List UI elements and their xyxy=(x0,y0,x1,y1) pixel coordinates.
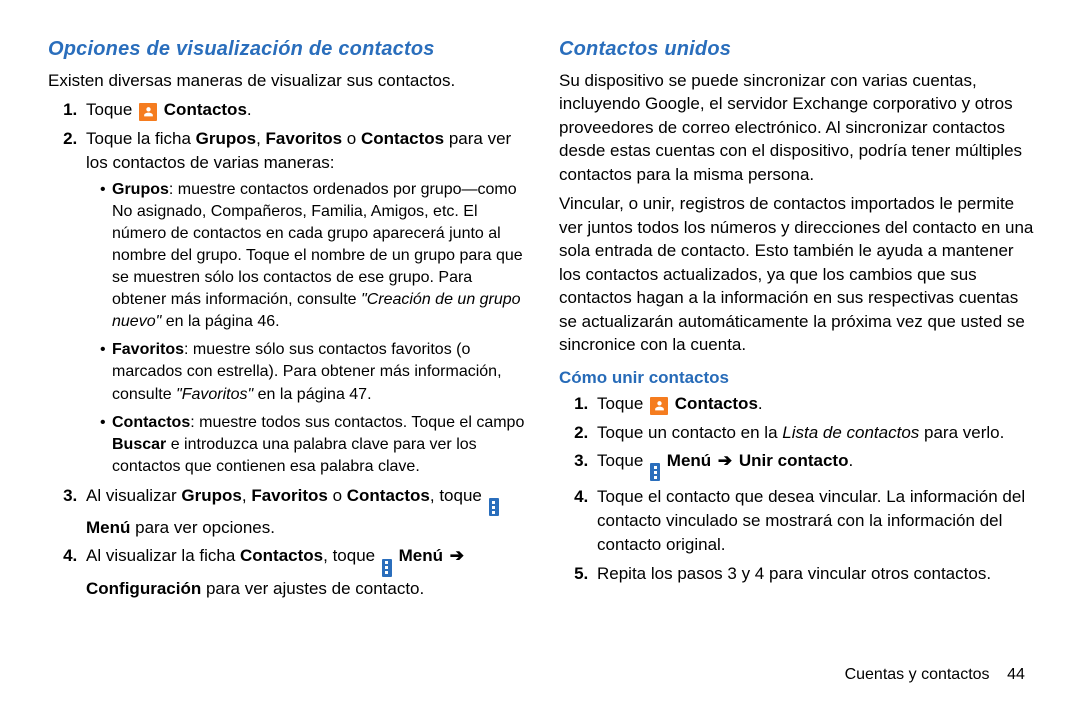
right-column: Contactos unidos Su dispositivo se puede… xyxy=(559,38,1038,648)
rs1b: Contactos xyxy=(675,394,758,413)
rs1po: . xyxy=(758,394,763,413)
s2b1: Grupos xyxy=(196,129,256,148)
intro-text: Existen diversas maneras de visualizar s… xyxy=(48,69,527,92)
rs3c: . xyxy=(848,451,853,470)
rs1p: Toque xyxy=(597,394,648,413)
left-column: Opciones de visualización de contactos E… xyxy=(48,38,527,648)
s3e: , toque xyxy=(430,486,487,505)
s3b2: Favoritos xyxy=(251,486,328,505)
two-column-layout: Opciones de visualización de contactos E… xyxy=(48,38,1038,648)
rs3b2: Unir contacto xyxy=(739,451,849,470)
s4d: para ver ajustes de contacto. xyxy=(201,579,424,598)
bullet-contactos: Contactos: muestre todos sus contactos. … xyxy=(100,412,527,478)
s4a: Al visualizar la ficha xyxy=(86,546,240,565)
steps-list-left: Toque Contactos. Toque la ficha Grupos, … xyxy=(48,98,527,601)
section-heading-display-options: Opciones de visualización de contactos xyxy=(48,38,527,61)
step1-bold: Contactos xyxy=(164,100,247,119)
step-3: Al visualizar Grupos, Favoritos o Contac… xyxy=(82,484,527,541)
arrow-icon: ➔ xyxy=(716,451,734,470)
s3b3: Contactos xyxy=(347,486,430,505)
rs2b: para verlo. xyxy=(919,423,1004,442)
right-p2: Vincular, o unir, registros de contactos… xyxy=(559,192,1038,356)
s3d: o xyxy=(328,486,347,505)
s4b3: Configuración xyxy=(86,579,201,598)
step-2: Toque la ficha Grupos, Favoritos o Conta… xyxy=(82,127,527,478)
footer-section: Cuentas y contactos xyxy=(845,666,990,683)
b1b: Grupos xyxy=(112,181,169,198)
rs3a: Toque xyxy=(597,451,648,470)
s2a: Toque la ficha xyxy=(86,129,196,148)
section-heading-joined-contacts: Contactos unidos xyxy=(559,38,1038,61)
b3b: Contactos xyxy=(112,414,190,431)
s4b1: Contactos xyxy=(240,546,323,565)
rs2a: Toque un contacto en la xyxy=(597,423,782,442)
b3t2: e introduzca una palabra clave para ver … xyxy=(112,436,477,475)
r-step-4: Toque el contacto que desea vincular. La… xyxy=(593,485,1038,557)
s2d: o xyxy=(342,129,361,148)
s3a: Al visualizar xyxy=(86,486,181,505)
contacts-icon xyxy=(139,103,157,121)
right-p1: Su dispositivo se puede sincronizar con … xyxy=(559,69,1038,186)
steps-list-right: Toque Contactos. Toque un contacto en la… xyxy=(559,392,1038,585)
contacts-icon xyxy=(650,397,668,415)
s2b3: Contactos xyxy=(361,129,444,148)
menu-icon xyxy=(650,463,660,481)
manual-page: Opciones de visualización de contactos E… xyxy=(0,0,1080,720)
b2p: en la página 47. xyxy=(253,386,371,403)
r-step-3: Toque Menú ➔ Unir contacto. xyxy=(593,449,1038,482)
r-step-1: Toque Contactos. xyxy=(593,392,1038,416)
step-4: Al visualizar la ficha Contactos, toque … xyxy=(82,544,527,601)
s3b1: Grupos xyxy=(181,486,241,505)
s2c: , xyxy=(256,129,265,148)
r-step-2: Toque un contacto en la Lista de contact… xyxy=(593,421,1038,445)
subheading-how-to-join: Cómo unir contactos xyxy=(559,368,1038,388)
s3g: para ver opciones. xyxy=(130,518,275,537)
r-step-5: Repita los pasos 3 y 4 para vincular otr… xyxy=(593,562,1038,586)
bullet-list: Grupos: muestre contactos ordenados por … xyxy=(86,179,527,478)
step-1: Toque Contactos. xyxy=(82,98,527,122)
b3b2: Buscar xyxy=(112,436,166,453)
page-number: 44 xyxy=(994,666,1038,684)
rs2i: Lista de contactos xyxy=(782,423,919,442)
b1t: : muestre contactos ordenados por grupo—… xyxy=(112,181,523,308)
arrow-icon: ➔ xyxy=(448,546,466,565)
step1-post: . xyxy=(247,100,252,119)
s4c: , toque xyxy=(323,546,380,565)
b1p: en la página 46. xyxy=(161,313,279,330)
page-footer: Cuentas y contactos 44 xyxy=(48,648,1038,684)
s4b2: Menú xyxy=(399,546,443,565)
s2b2: Favoritos xyxy=(266,129,343,148)
s3f: Menú xyxy=(86,518,130,537)
bullet-favoritos: Favoritos: muestre sólo sus contactos fa… xyxy=(100,339,527,405)
b3t: : muestre todos sus contactos. Toque el … xyxy=(190,414,524,431)
menu-icon xyxy=(489,498,499,516)
step1-pre: Toque xyxy=(86,100,137,119)
b2b: Favoritos xyxy=(112,341,184,358)
menu-icon xyxy=(382,559,392,577)
s3c: , xyxy=(242,486,251,505)
b2i: "Favoritos" xyxy=(176,386,253,403)
bullet-grupos: Grupos: muestre contactos ordenados por … xyxy=(100,179,527,334)
rs3b1: Menú xyxy=(667,451,711,470)
